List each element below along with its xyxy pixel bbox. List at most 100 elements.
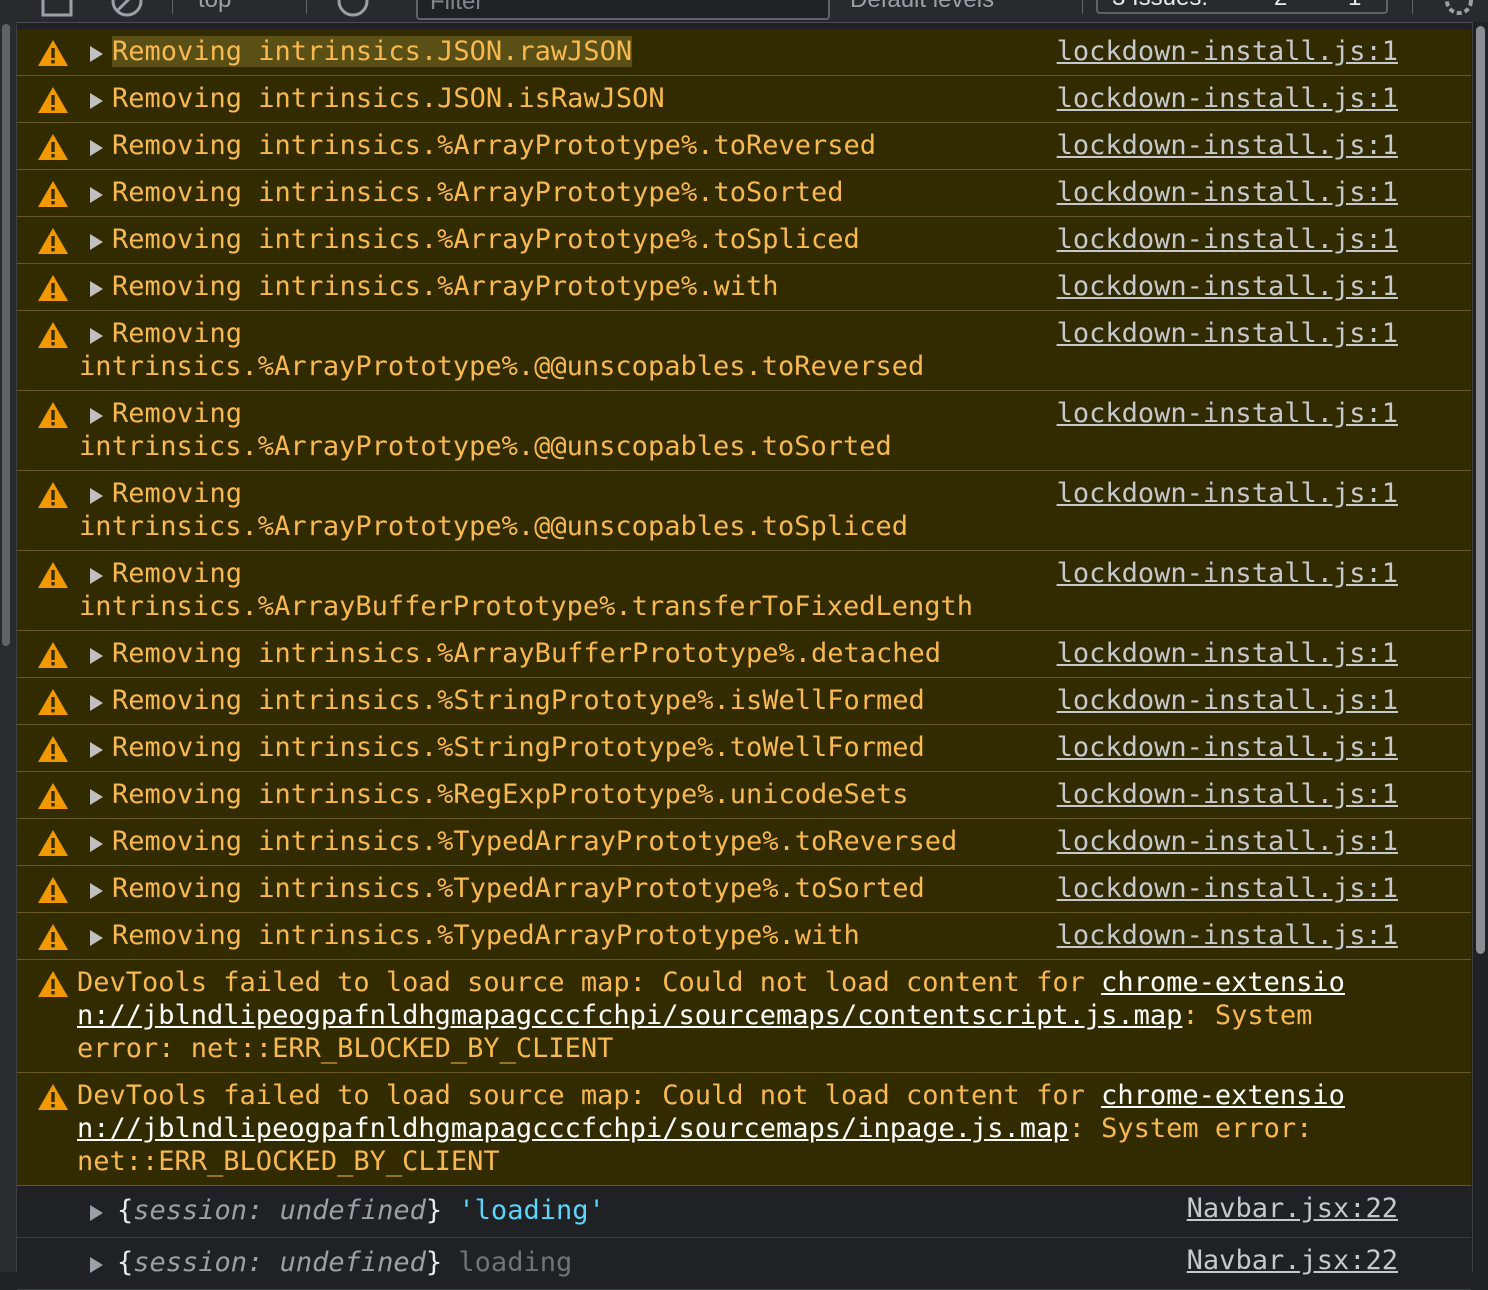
sourcemap-url-link[interactable]: chrome-extensio	[1101, 967, 1345, 998]
issues-label: 3 Issues:	[1112, 0, 1208, 12]
console-warning-row[interactable]: DevTools failed to load source map: Coul…	[17, 1073, 1471, 1186]
issues-info-count: 1	[1348, 0, 1361, 12]
source-link[interactable]: lockdown-install.js:1	[1057, 129, 1398, 162]
warning-icon	[37, 876, 69, 904]
gear-icon[interactable]	[1442, 0, 1476, 18]
expand-caret-icon[interactable]	[90, 648, 103, 664]
console-warning-row[interactable]: Removing intrinsics.%ArrayPrototype%.toR…	[17, 123, 1471, 170]
console-scrollbar-thumb[interactable]	[1476, 26, 1485, 954]
console-warning-row[interactable]: Removing intrinsics.%ArrayBufferPrototype…	[17, 551, 1471, 631]
console-warning-row[interactable]: Removing intrinsics.%ArrayPrototype%.wit…	[17, 264, 1471, 311]
expand-caret-icon[interactable]	[90, 187, 103, 203]
issues-warning-count: 2	[1274, 0, 1287, 12]
source-link[interactable]: lockdown-install.js:1	[1057, 477, 1398, 510]
console-warning-row[interactable]: Removing intrinsics.%StringPrototype%.to…	[17, 725, 1471, 772]
console-warning-row[interactable]: Removing intrinsics.%ArrayPrototype%.toS…	[17, 217, 1471, 264]
console-warning-row[interactable]: Removing intrinsics.JSON.rawJSON lockdown…	[17, 29, 1471, 76]
warning-icon	[37, 133, 69, 161]
source-link[interactable]: Navbar.jsx:22	[1187, 1244, 1398, 1277]
sourcemap-url-link[interactable]: chrome-extensio	[1101, 1080, 1345, 1111]
console-log-row[interactable]: {session: undefined} 'loading' Navbar.jsx…	[17, 1186, 1471, 1238]
expand-caret-icon[interactable]	[90, 1257, 103, 1273]
expand-caret-icon[interactable]	[90, 883, 103, 899]
expand-caret-icon[interactable]	[90, 836, 103, 852]
toolbar-divider	[1412, 0, 1413, 14]
warning-message-continued: intrinsics.%ArrayPrototype%.@@unscopable…	[79, 431, 892, 462]
log-levels-dropdown[interactable]: Default levels	[850, 0, 994, 14]
console-warning-row[interactable]: Removing intrinsics.%TypedArrayPrototype…	[17, 866, 1471, 913]
warning-icon	[37, 401, 69, 429]
warning-message: Removing intrinsics.%TypedArrayPrototype…	[112, 826, 958, 857]
warning-message: Removing intrinsics.%TypedArrayPrototype…	[112, 920, 860, 951]
sidebar-toggle-icon[interactable]	[40, 0, 74, 18]
source-link[interactable]: lockdown-install.js:1	[1057, 176, 1398, 209]
warning-message: Removing	[112, 478, 243, 509]
console-warning-row[interactable]: Removing intrinsics.%TypedArrayPrototype…	[17, 913, 1471, 960]
source-link[interactable]: lockdown-install.js:1	[1057, 919, 1398, 952]
sourcemap-url-link[interactable]: n://jblndlipeogpafnldhgmapagcccfchpi/sou…	[77, 1000, 1182, 1031]
expand-caret-icon[interactable]	[90, 140, 103, 156]
source-link[interactable]: lockdown-install.js:1	[1057, 872, 1398, 905]
expand-caret-icon[interactable]	[90, 46, 103, 62]
toolbar-divider	[306, 0, 307, 14]
eye-icon[interactable]	[336, 0, 370, 18]
warning-icon	[37, 970, 69, 998]
console-warning-row[interactable]: DevTools failed to load source map: Coul…	[17, 960, 1471, 1073]
expand-caret-icon[interactable]	[90, 568, 103, 584]
expand-caret-icon[interactable]	[90, 328, 103, 344]
warning-message: Removing intrinsics.%TypedArrayPrototype…	[112, 873, 925, 904]
issues-button[interactable]: 3 Issues: 2 1	[1096, 0, 1388, 14]
toolbar-divider	[172, 0, 173, 14]
sourcemap-url-link[interactable]: n://jblndlipeogpafnldhgmapagcccfchpi/sou…	[77, 1113, 1069, 1144]
context-selector[interactable]: top	[198, 0, 231, 14]
console-warning-row[interactable]: Removing intrinsics.JSON.isRawJSON lockdo…	[17, 76, 1471, 123]
expand-caret-icon[interactable]	[90, 234, 103, 250]
clear-console-icon[interactable]	[110, 0, 144, 18]
expand-caret-icon[interactable]	[90, 789, 103, 805]
expand-caret-icon[interactable]	[90, 488, 103, 504]
source-link[interactable]: lockdown-install.js:1	[1057, 731, 1398, 764]
warning-message: Removing intrinsics.%ArrayBufferPrototyp…	[112, 638, 942, 669]
source-link[interactable]: lockdown-install.js:1	[1057, 825, 1398, 858]
source-link[interactable]: lockdown-install.js:1	[1057, 270, 1398, 303]
console-warning-row[interactable]: Removing intrinsics.%ArrayBufferPrototyp…	[17, 631, 1471, 678]
filter-placeholder: Filter	[430, 0, 484, 15]
expand-caret-icon[interactable]	[90, 742, 103, 758]
console-warning-row[interactable]: Removing intrinsics.%ArrayPrototype%.@@un…	[17, 311, 1471, 391]
console-warning-row[interactable]: Removing intrinsics.%StringPrototype%.is…	[17, 678, 1471, 725]
source-link[interactable]: lockdown-install.js:1	[1057, 778, 1398, 811]
source-link[interactable]: lockdown-install.js:1	[1057, 223, 1398, 256]
expand-caret-icon[interactable]	[90, 93, 103, 109]
source-link[interactable]: lockdown-install.js:1	[1057, 637, 1398, 670]
source-link[interactable]: lockdown-install.js:1	[1057, 82, 1398, 115]
filter-input[interactable]: Filter	[416, 0, 830, 20]
expand-caret-icon[interactable]	[90, 281, 103, 297]
console-warning-row[interactable]: Removing intrinsics.%RegExpPrototype%.un…	[17, 772, 1471, 819]
sidebar-scrollbar-thumb[interactable]	[2, 24, 10, 646]
source-link[interactable]: lockdown-install.js:1	[1057, 317, 1398, 350]
warning-message: Removing intrinsics.%ArrayPrototype%.toS…	[112, 177, 844, 208]
source-link[interactable]: lockdown-install.js:1	[1057, 397, 1398, 430]
source-link[interactable]: lockdown-install.js:1	[1057, 684, 1398, 717]
source-link[interactable]: Navbar.jsx:22	[1187, 1192, 1398, 1225]
expand-caret-icon[interactable]	[90, 695, 103, 711]
console-warning-row[interactable]: Removing intrinsics.%ArrayPrototype%.@@un…	[17, 391, 1471, 471]
expand-caret-icon[interactable]	[90, 408, 103, 424]
expand-caret-icon[interactable]	[90, 930, 103, 946]
console-warning-row[interactable]: Removing intrinsics.%TypedArrayPrototype…	[17, 819, 1471, 866]
expand-caret-icon[interactable]	[90, 1205, 103, 1221]
warning-message: Removing intrinsics.%StringPrototype%.to…	[112, 732, 925, 763]
warning-message: Removing intrinsics.JSON.rawJSON	[112, 36, 633, 67]
console-warning-row[interactable]: Removing intrinsics.%ArrayPrototype%.toS…	[17, 170, 1471, 217]
console-warning-row[interactable]: Removing intrinsics.%ArrayPrototype%.@@un…	[17, 471, 1471, 551]
toolbar-divider	[1082, 0, 1083, 14]
source-link[interactable]: lockdown-install.js:1	[1057, 557, 1398, 590]
warning-icon	[37, 39, 69, 67]
console-toolbar: top Filter Default levels 3 Issues: 2 1	[0, 0, 1488, 23]
warning-message: Removing	[112, 398, 243, 429]
warning-message: Removing intrinsics.JSON.isRawJSON	[112, 83, 665, 114]
info-flag-icon	[1312, 0, 1338, 6]
source-link[interactable]: lockdown-install.js:1	[1057, 35, 1398, 68]
console-messages: Removing intrinsics.JSON.rawJSON lockdown…	[17, 29, 1471, 1290]
console-log-row[interactable]: {session: undefined} loading Navbar.jsx:2…	[17, 1238, 1471, 1290]
